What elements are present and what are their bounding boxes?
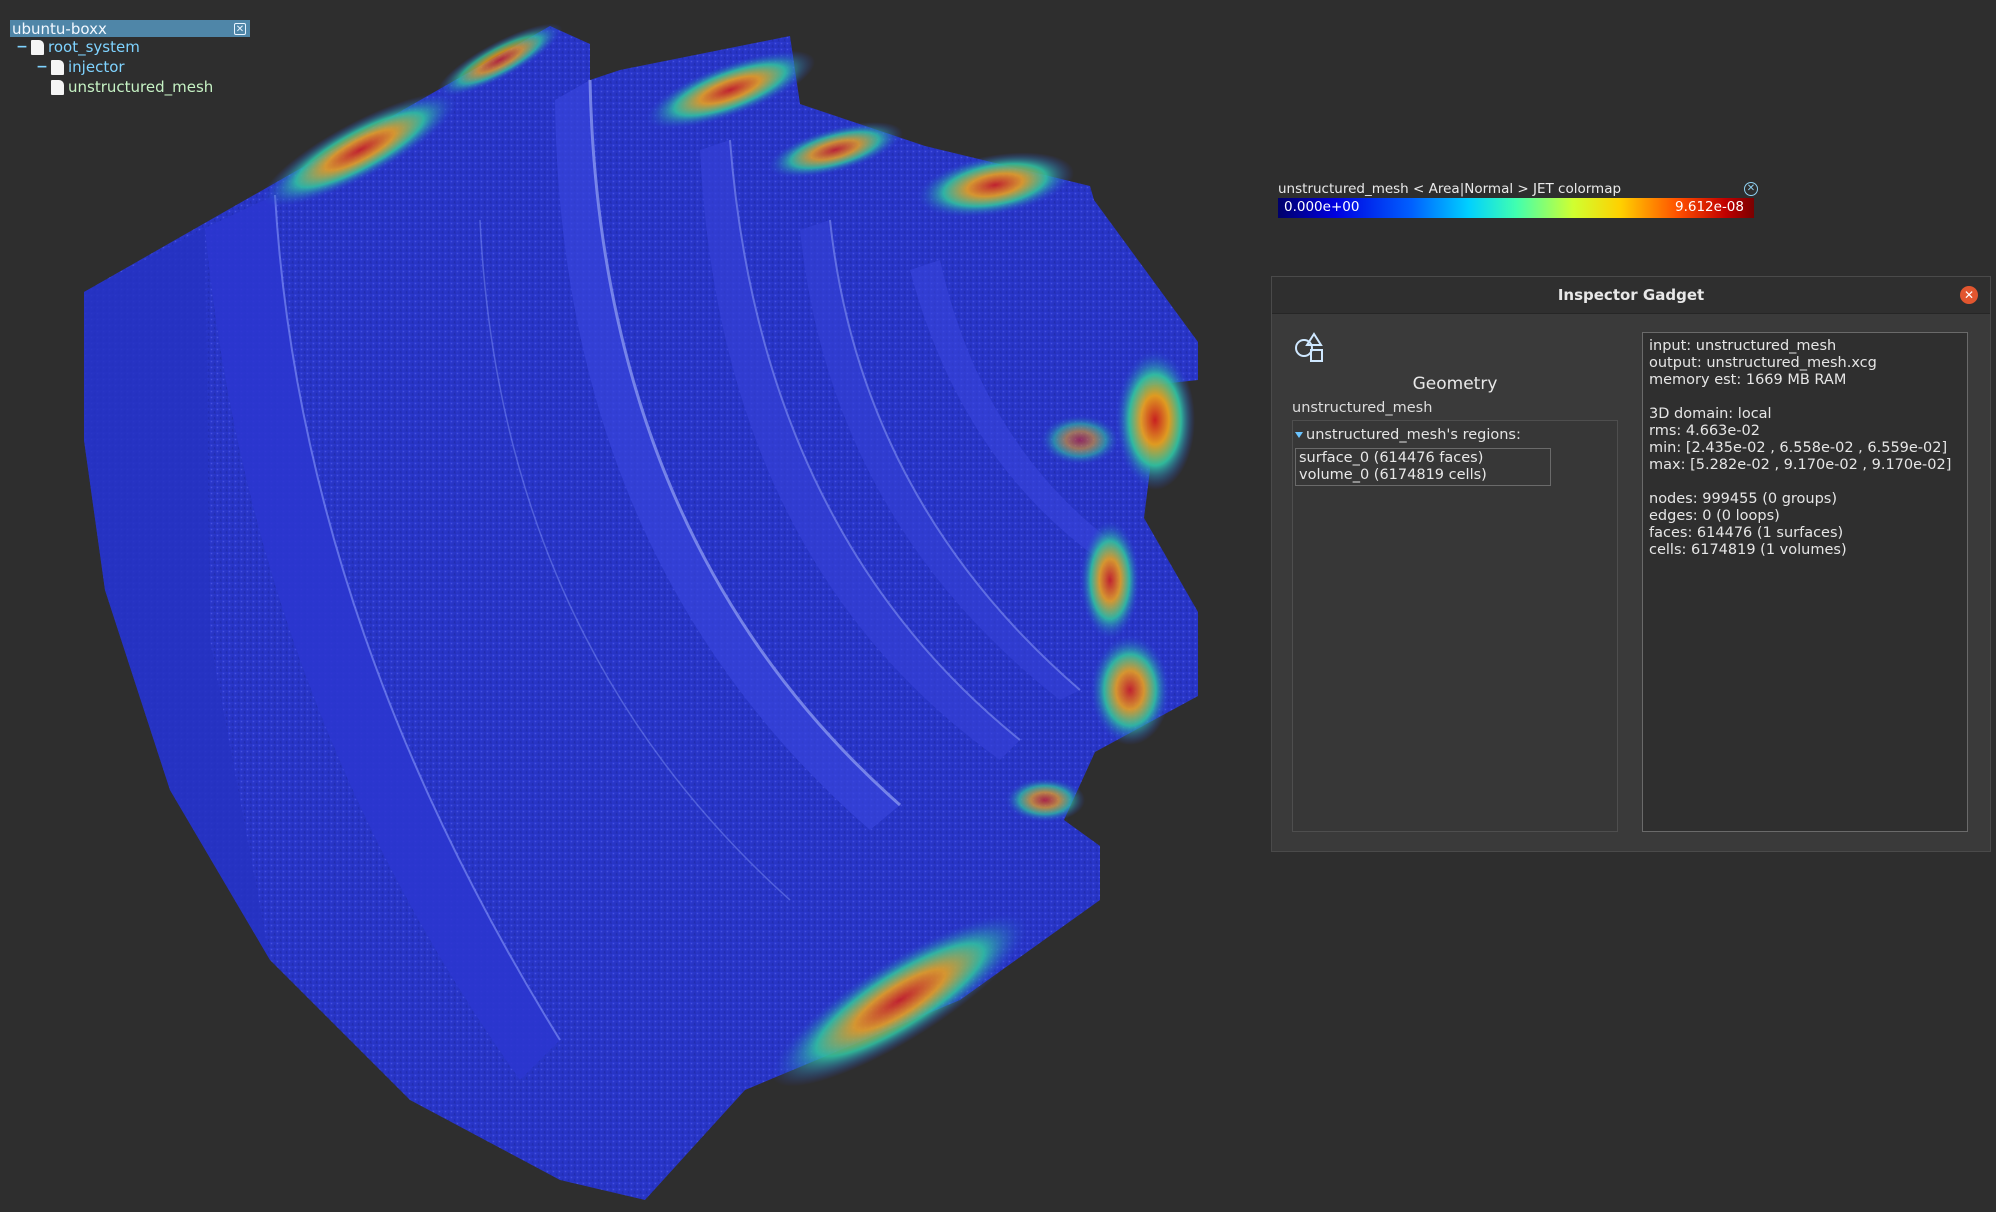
info-domain: 3D domain: local — [1649, 406, 1772, 422]
tree-item-root-system[interactable]: − root_system — [10, 37, 250, 57]
info-memory: memory est: 1669 MB RAM — [1649, 372, 1847, 388]
document-icon — [31, 39, 44, 55]
inspector-panel: Inspector Gadget ✕ Geometry unstructured… — [1271, 276, 1991, 852]
tree-item-injector[interactable]: − injector — [10, 57, 250, 77]
colormap-legend: unstructured_mesh < Area|Normal > JET co… — [1278, 180, 1758, 218]
close-icon[interactable]: ✕ — [1960, 286, 1978, 304]
object-name: unstructured_mesh — [1292, 400, 1433, 416]
info-output: output: unstructured_mesh.xcg — [1649, 355, 1877, 371]
regions-list[interactable]: surface_0 (614476 faces) volume_0 (61748… — [1295, 448, 1551, 486]
info-edges: edges: 0 (0 loops) — [1649, 508, 1780, 524]
info-faces: faces: 614476 (1 surfaces) — [1649, 525, 1844, 541]
collapse-icon[interactable]: − — [16, 39, 28, 55]
inspector-title: Inspector Gadget — [1557, 286, 1705, 304]
geometry-section: Geometry unstructured_mesh unstructured_… — [1292, 332, 1618, 832]
tree-item-label: root_system — [48, 38, 140, 56]
info-nodes: nodes: 999455 (0 groups) — [1649, 491, 1838, 507]
scene-tree: ubuntu-boxx ✕ − root_system − injector u… — [10, 20, 250, 97]
inspector-titlebar[interactable]: Inspector Gadget ✕ — [1272, 277, 1990, 314]
info-min: min: [2.435e-02 , 6.558e-02 , 6.559e-02] — [1649, 440, 1948, 456]
regions-toggle[interactable]: unstructured_mesh's regions: — [1295, 427, 1615, 443]
close-icon[interactable]: ✕ — [234, 22, 246, 35]
scene-tree-title: ubuntu-boxx — [12, 19, 107, 38]
regions-panel: unstructured_mesh's regions: surface_0 (… — [1292, 420, 1618, 832]
info-max: max: [5.282e-02 , 9.170e-02 , 9.170e-02] — [1649, 457, 1952, 473]
colormap-min-value: 0.000e+00 — [1284, 199, 1360, 215]
info-cells: cells: 6174819 (1 volumes) — [1649, 542, 1847, 558]
collapse-icon[interactable]: − — [36, 59, 48, 75]
scene-tree-header[interactable]: ubuntu-boxx ✕ — [10, 19, 250, 38]
close-icon[interactable]: ✕ — [1744, 182, 1758, 196]
regions-heading: unstructured_mesh's regions: — [1306, 427, 1521, 443]
tree-item-label: unstructured_mesh — [68, 78, 214, 96]
tree-item-unstructured-mesh[interactable]: unstructured_mesh — [10, 77, 250, 97]
info-text-area[interactable]: input: unstructured_mesh output: unstruc… — [1642, 332, 1968, 832]
expand-triangle-icon — [1295, 432, 1303, 438]
geometry-heading: Geometry — [1412, 374, 1498, 394]
colormap-bar: 0.000e+00 9.612e-08 — [1278, 198, 1754, 218]
document-icon — [51, 59, 64, 75]
colormap-max-value: 9.612e-08 — [1674, 199, 1744, 215]
region-item[interactable]: surface_0 (614476 faces) — [1299, 450, 1547, 467]
region-item[interactable]: volume_0 (6174819 cells) — [1299, 467, 1547, 484]
info-input: input: unstructured_mesh — [1649, 338, 1837, 354]
colormap-title: unstructured_mesh < Area|Normal > JET co… — [1278, 181, 1622, 197]
geometry-shapes-icon — [1295, 332, 1323, 362]
tree-item-label: injector — [68, 58, 125, 76]
document-icon — [51, 79, 64, 95]
info-rms: rms: 4.663e-02 — [1649, 423, 1760, 439]
